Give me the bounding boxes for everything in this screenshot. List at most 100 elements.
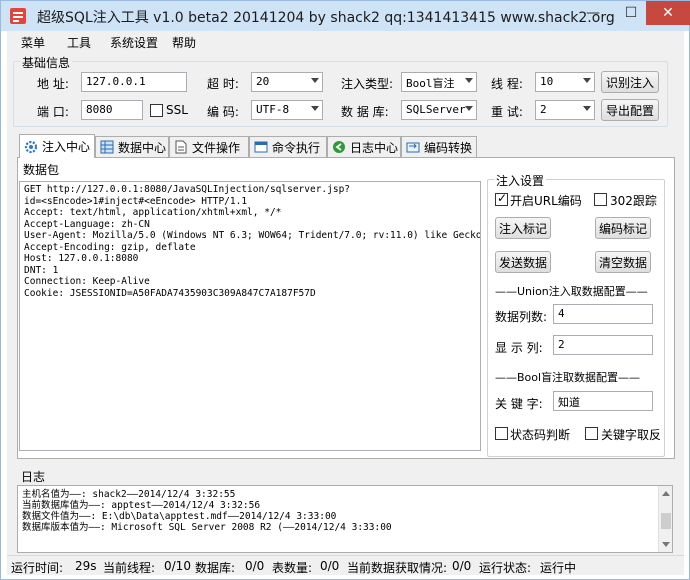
chevron-down-icon (583, 78, 591, 83)
bool-config-title: ——Bool盲注取数据配置—— (495, 371, 641, 384)
tab-data-center[interactable]: 数据中心 (95, 136, 169, 157)
packet-line: Host: 127.0.0.1:8080 (24, 253, 139, 264)
basic-info-title: 基础信息 (20, 54, 73, 71)
grid-icon (100, 140, 114, 154)
address-input[interactable]: 127.0.0.1 (81, 72, 187, 92)
tab-label: 注入中心 (42, 140, 91, 154)
menu-bar: 菜单 工具 系统设置 帮助 (7, 31, 684, 51)
minimize-button[interactable]: — (574, 1, 612, 25)
tab-log-center[interactable]: 日志中心 (327, 136, 401, 157)
keyword-input[interactable]: 知道 (553, 391, 653, 411)
maximize-button[interactable]: ☐ (612, 1, 650, 25)
gear-icon (24, 140, 38, 154)
tab-file-ops[interactable]: 文件操作 (169, 136, 249, 157)
menu-help[interactable]: 帮助 (172, 34, 196, 51)
encoding-select[interactable]: UTF-8 (251, 100, 323, 120)
port-input[interactable]: 8080 (81, 100, 143, 120)
url-encode-checkbox[interactable] (495, 191, 508, 206)
db-status-label: 数据库: (195, 561, 236, 575)
back-arrow-icon (332, 140, 346, 154)
tab-label: 数据中心 (118, 140, 167, 155)
run-state-label: 运行状态: (479, 561, 532, 575)
menu-settings[interactable]: 系统设置 (110, 34, 158, 51)
scroll-thumb[interactable] (661, 513, 671, 529)
retry-select[interactable]: 2 (535, 100, 595, 120)
threads-status-value: 0/10 (164, 559, 191, 573)
tab-command-exec[interactable]: 命令执行 (249, 136, 327, 157)
run-time-value: 29s (75, 559, 97, 573)
close-button[interactable]: ✕ (646, 1, 690, 25)
log-line: 数据库版本值为——: Microsoft SQL Server 2008 R2 … (22, 522, 392, 533)
retry-value: 2 (540, 103, 547, 116)
db-status-value: 0/0 (245, 559, 265, 573)
title-bar[interactable]: 超级SQL注入工具 v1.0 beta2 20141204 by shack2 … (1, 1, 690, 31)
run-time-label: 运行时间: (11, 561, 64, 575)
packet-line: id=<sEncode>1#inject#<eEncode> HTTP/1.1 (24, 195, 248, 207)
file-icon (174, 140, 188, 154)
log-textarea[interactable]: 主机名值为——: shack2——2014/12/4 3:32:55 当前数据库… (17, 485, 673, 553)
encode-mark-button[interactable]: 编码标记 (595, 217, 651, 239)
log-title: 日志 (21, 470, 46, 484)
clear-data-button[interactable]: 清空数据 (595, 251, 651, 273)
keyword-negate-label: 关键字取反 (601, 428, 662, 442)
timeout-select[interactable]: 20 (251, 72, 323, 92)
status-code-checkbox[interactable] (495, 427, 508, 440)
packet-textarea[interactable]: GET http://127.0.0.1:8080/JavaSQLInjecti… (19, 181, 481, 451)
inject-mark-button[interactable]: 注入标记 (495, 217, 551, 239)
export-config-button[interactable]: 导出配置 (601, 99, 659, 121)
packet-line: DNT: 1 (24, 264, 59, 276)
status-code-label: 状态码判断 (510, 428, 571, 442)
timeout-label: 超 时: (207, 77, 239, 91)
chevron-down-icon (465, 106, 473, 111)
columns-input[interactable]: 4 (553, 304, 653, 324)
tab-label: 编码转换 (424, 140, 473, 155)
database-select[interactable]: SQLServer (401, 100, 477, 120)
display-col-input[interactable]: 2 (553, 335, 653, 355)
chevron-down-icon (583, 106, 591, 111)
menu-tools[interactable]: 工具 (67, 34, 91, 51)
threads-value: 10 (540, 75, 554, 88)
packet-line: Accept-Encoding: gzip, deflate (24, 241, 196, 253)
redirect-label: 302跟踪 (610, 194, 657, 208)
window-icon (254, 140, 268, 154)
app-logo-icon (10, 8, 26, 24)
identify-injection-button[interactable]: 识别注入 (601, 71, 659, 93)
packet-title: 数据包 (23, 161, 60, 178)
display-col-label: 显 示 列: (495, 341, 543, 355)
log-scrollbar[interactable] (658, 486, 672, 552)
ssl-label: SSL (166, 103, 188, 117)
packet-line: Connection: Keep-Alive (24, 276, 150, 287)
log-line: 当前数据库值为——: apptest——2014/12/4 3:32:56 (22, 500, 261, 511)
database-value: SQLServer (406, 103, 466, 116)
fetch-status-label: 当前数据获取情况: (347, 561, 448, 575)
database-label: 数 据 库: (341, 105, 389, 119)
tab-label: 日志中心 (350, 140, 399, 155)
ssl-checkbox[interactable] (150, 104, 163, 117)
tables-status-value: 0/0 (320, 559, 340, 573)
encoding-value: UTF-8 (256, 103, 290, 116)
chevron-down-icon (465, 78, 473, 83)
scroll-up-icon[interactable] (662, 491, 670, 496)
threads-label: 线 程: (491, 77, 523, 91)
tab-label: 文件操作 (192, 140, 241, 155)
window-title: 超级SQL注入工具 v1.0 beta2 20141204 by shack2 … (37, 10, 615, 26)
timeout-value: 20 (256, 75, 270, 88)
port-label: 端 口: (37, 105, 69, 119)
app-window: 超级SQL注入工具 v1.0 beta2 20141204 by shack2 … (0, 0, 690, 580)
client-area: 菜单 工具 系统设置 帮助 基础信息 地 址: 127.0.0.1 端 口: 8… (7, 31, 684, 575)
inject-type-value: Bool盲注 (406, 77, 455, 90)
menu-main[interactable]: 菜单 (21, 34, 45, 51)
convert-icon (406, 140, 420, 154)
encoding-label: 编 码: (207, 105, 239, 119)
scroll-down-icon[interactable] (662, 542, 670, 547)
packet-line: Accept: text/html, application/xhtml+xml… (24, 207, 282, 218)
send-data-button[interactable]: 发送数据 (495, 251, 551, 273)
tab-inject-center[interactable]: 注入中心 (19, 134, 95, 158)
chevron-down-icon (311, 78, 319, 83)
keyword-negate-checkbox[interactable] (585, 427, 598, 440)
redirect-checkbox[interactable] (594, 193, 607, 206)
chevron-down-icon (311, 106, 319, 111)
tab-encode-convert[interactable]: 编码转换 (401, 136, 477, 157)
threads-select[interactable]: 10 (535, 72, 595, 92)
inject-type-select[interactable]: Bool盲注 (401, 72, 477, 92)
